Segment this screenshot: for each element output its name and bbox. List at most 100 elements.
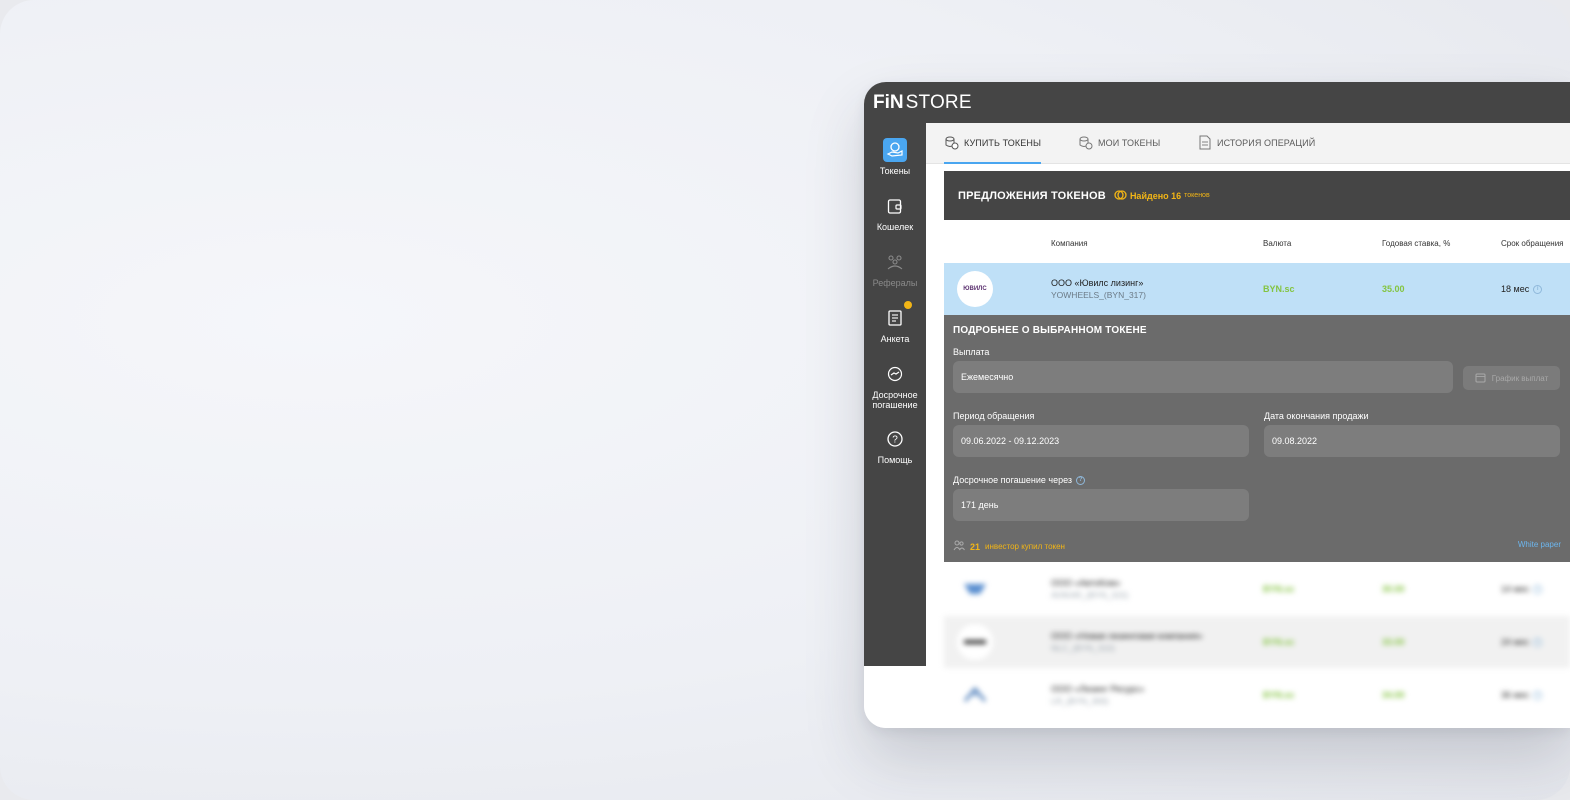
- sidebar-item-tokens[interactable]: Токены: [864, 138, 926, 176]
- tab-buy-tokens[interactable]: КУПИТЬ ТОКЕНЫ: [944, 123, 1042, 164]
- sidebar-footer: [864, 666, 926, 728]
- term-value: 14 мес: [1501, 584, 1530, 594]
- early-repayment-field: 171 день: [953, 489, 1249, 521]
- document-icon: [1198, 135, 1212, 152]
- company-name: ООО «Новая лизинговая компания»: [1051, 631, 1203, 641]
- details-title: ПОДРОБНЕЕ О ВЫБРАННОМ ТОКЕНЕ: [953, 325, 1147, 336]
- early-repayment-label-text: Досрочное погашение через: [953, 475, 1073, 485]
- info-icon[interactable]: i: [1533, 690, 1543, 700]
- wallet-icon: [883, 194, 907, 218]
- early-repayment-label: Досрочное погашение через ?: [953, 475, 1086, 485]
- investors-count: 21: [970, 541, 981, 552]
- currency: BYN.sc: [1263, 690, 1295, 700]
- currency: BYN.sc: [1263, 284, 1295, 294]
- logo-fin: FiN: [873, 92, 904, 113]
- sale-end-field: 09.08.2022: [1264, 425, 1560, 457]
- table-row-selected[interactable]: ЮВИЛС ООО «Ювилс лизинг» YOWHEELS_(BYN_3…: [944, 263, 1570, 315]
- notification-badge: [904, 301, 912, 309]
- sidebar-item-label: Рефералы: [872, 278, 918, 288]
- term: 18 мес i: [1501, 284, 1543, 294]
- payout-label: Выплата: [953, 347, 990, 357]
- tab-label: КУПИТЬ ТОКЕНЫ: [964, 138, 1042, 148]
- tab-label: МОИ ТОКЕНЫ: [1098, 138, 1161, 148]
- info-icon[interactable]: i: [1533, 284, 1543, 294]
- coins-icon: [1114, 189, 1127, 202]
- sidebar-item-label: Токены: [879, 166, 911, 176]
- offers-header: ПРЕДЛОЖЕНИЯ ТОКЕНОВ Найдено 16 токенов: [944, 171, 1570, 220]
- coin-hand-icon: [883, 138, 907, 162]
- svg-text:?: ?: [892, 435, 898, 446]
- token-ticker: YOWHEELS_(BYN_317): [1051, 290, 1146, 300]
- company-logo: [957, 677, 993, 713]
- table-row[interactable]: ООО «Лизинг Ресурс» LR_(BYN_300) BYN.sc …: [944, 669, 1570, 721]
- info-icon[interactable]: i: [1533, 637, 1543, 647]
- coins-icon: [944, 135, 959, 152]
- token-ticker: AVIKAR_(BYN_315): [1051, 590, 1129, 600]
- form-icon: [883, 301, 912, 330]
- white-paper-link[interactable]: White paper: [1518, 540, 1561, 549]
- term: 24 мес i: [1501, 637, 1543, 647]
- sidebar-item-wallet[interactable]: Кошелек: [864, 194, 926, 232]
- column-header-currency[interactable]: Валюта: [1263, 239, 1291, 248]
- table-row[interactable]: ООО «Новая лизинговая компания» NLC_(BYN…: [944, 616, 1570, 668]
- company-logo: ЮВИЛС: [957, 271, 993, 307]
- sidebar-item-form[interactable]: Анкета: [864, 301, 926, 344]
- annual-rate: 35.00: [1382, 284, 1405, 294]
- found-count-suffix: токенов: [1184, 192, 1210, 199]
- sidebar-item-help[interactable]: ? Помощь: [864, 427, 926, 465]
- term-value: 18 мес: [1501, 284, 1530, 294]
- sale-end-value: 09.08.2022: [1272, 436, 1318, 446]
- term: 36 мес i: [1501, 690, 1543, 700]
- help-icon: ?: [883, 427, 907, 451]
- investors-text: инвестор купил токен: [985, 542, 1065, 551]
- help-icon[interactable]: ?: [1076, 475, 1086, 485]
- tab-my-tokens[interactable]: МОИ ТОКЕНЫ: [1078, 123, 1160, 163]
- currency: BYN.sc: [1263, 637, 1295, 647]
- column-header-rate[interactable]: Годовая ставка, %: [1382, 239, 1450, 248]
- payment-schedule-label: График выплат: [1491, 373, 1549, 383]
- company-logo: [957, 624, 993, 660]
- column-header-company[interactable]: Компания: [1051, 239, 1088, 248]
- token-details-panel: ПОДРОБНЕЕ О ВЫБРАННОМ ТОКЕНЕ Выплата Еже…: [944, 315, 1570, 562]
- offers-title: ПРЕДЛОЖЕНИЯ ТОКЕНОВ: [958, 189, 1106, 202]
- found-count-text: Найдено 16: [1129, 190, 1182, 201]
- company-name: ООО «Лизинг Ресурс»: [1051, 684, 1145, 694]
- handshake-icon: [883, 362, 907, 386]
- tab-bar: КУПИТЬ ТОКЕНЫ МОИ ТОКЕНЫ ИСТОРИЯ ОПЕРАЦИ…: [926, 123, 1570, 164]
- tab-history[interactable]: ИСТОРИЯ ОПЕРАЦИЙ: [1198, 123, 1315, 163]
- annual-rate: 34.00: [1382, 690, 1405, 700]
- info-icon[interactable]: i: [1533, 584, 1543, 594]
- table-row[interactable]: ООО «АвтоКом» AVIKAR_(BYN_315) BYN.sc 30…: [944, 563, 1570, 615]
- referrals-icon: [883, 250, 907, 274]
- finstore-logo[interactable]: FiN STORE: [873, 92, 972, 114]
- currency: BYN.sc: [1263, 584, 1295, 594]
- term-value: 36 мес: [1501, 690, 1530, 700]
- company-name: ООО «АвтоКом»: [1051, 578, 1121, 588]
- sidebar-item-label: Помощь: [877, 455, 913, 465]
- people-icon: [953, 540, 965, 553]
- period-field: 09.06.2022 - 09.12.2023: [953, 425, 1249, 457]
- company-logo: [957, 571, 993, 607]
- payment-schedule-button[interactable]: График выплат: [1463, 366, 1560, 390]
- sidebar-item-label: Кошелек: [876, 222, 914, 232]
- sidebar-item-label: Досрочное погашение: [872, 390, 918, 410]
- coins-icon: [1078, 135, 1093, 152]
- annual-rate: 33.00: [1382, 637, 1405, 647]
- column-header-term[interactable]: Срок обращения: [1501, 239, 1564, 248]
- sidebar-item-label: Анкета: [880, 334, 910, 344]
- sidebar-item-early-repayment[interactable]: Досрочное погашение: [864, 362, 926, 410]
- app-window: FiN STORE Токены Кошелек Рефералы Анкета…: [864, 82, 1570, 728]
- payout-field: Ежемесячно: [953, 361, 1453, 393]
- tab-label: ИСТОРИЯ ОПЕРАЦИЙ: [1217, 138, 1316, 148]
- company-name: ООО «Ювилс лизинг»: [1051, 278, 1144, 288]
- early-repayment-value: 171 день: [961, 500, 999, 510]
- token-ticker: NLC_(BYN_310): [1051, 643, 1115, 653]
- found-count: Найдено 16 токенов: [1114, 189, 1210, 202]
- top-bar: FiN STORE: [864, 82, 1570, 123]
- annual-rate: 30.00: [1382, 584, 1405, 594]
- calendar-icon: [1475, 372, 1486, 385]
- company-logo-text: ЮВИЛС: [963, 286, 987, 292]
- period-value: 09.06.2022 - 09.12.2023: [961, 436, 1060, 446]
- sidebar-item-referrals[interactable]: Рефералы: [864, 250, 926, 288]
- investors-info: 21 инвестор купил токен: [953, 540, 1065, 553]
